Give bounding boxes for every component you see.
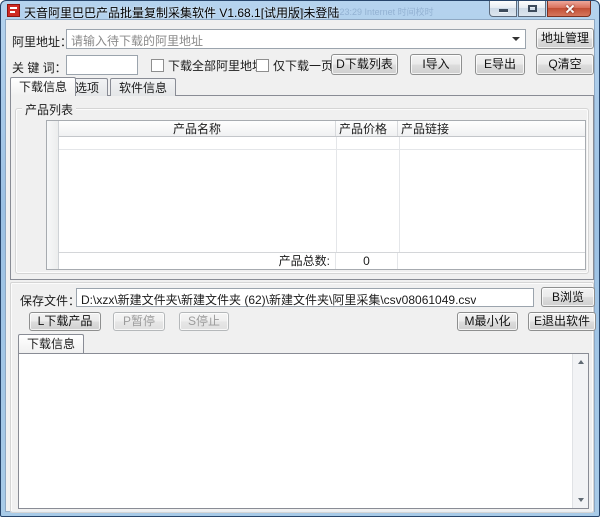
tab-download-info[interactable]: 下载信息 — [10, 77, 77, 96]
clear-button[interactable]: Q清空 — [536, 54, 594, 75]
column-header-product-link[interactable]: 产品链接 — [398, 121, 585, 136]
column-header-product-name[interactable]: 产品名称 — [59, 121, 336, 136]
maximize-icon[interactable] — [518, 1, 546, 17]
window-content: 阿里地址： 请输入待下载的阿里地址 地址管理 关 键 词： 下载全部阿里地址 仅… — [5, 19, 596, 513]
total-value: 0 — [336, 253, 398, 269]
product-table[interactable]: 产品名称 产品价格 产品链接 产品总数: 0 — [46, 120, 586, 270]
stop-button: S停止 — [179, 312, 229, 331]
download-info-panel: 产品列表 产品名称 产品价格 产品链接 产品总数: 0 — [10, 95, 594, 280]
table-row[interactable] — [59, 137, 585, 150]
download-log-area[interactable] — [18, 353, 589, 509]
keyword-label: 关 键 词： — [12, 61, 67, 75]
scroll-up-icon[interactable] — [573, 354, 589, 370]
save-file-path: D:\xzx\新建文件夹\新建文件夹 (62)\新建文件夹\阿里采集\csv08… — [81, 293, 477, 307]
vertical-scrollbar[interactable] — [572, 354, 588, 508]
close-icon[interactable] — [547, 1, 591, 17]
checkbox-icon — [256, 59, 269, 72]
tab-log-download-info[interactable]: 下载信息 — [18, 334, 85, 353]
column-header-product-price[interactable]: 产品价格 — [336, 121, 398, 136]
checkbox-one-page-label: 仅下载一页 — [273, 59, 334, 73]
combo-dropdown-button[interactable] — [508, 31, 524, 47]
app-icon — [7, 4, 20, 17]
total-label: 产品总数: — [59, 253, 336, 269]
export-button[interactable]: E导出 — [475, 54, 525, 75]
total-filler — [398, 253, 585, 269]
table-header-row: 产品名称 产品价格 产品链接 — [59, 121, 585, 137]
ali-address-label: 阿里地址： — [12, 35, 73, 49]
caption-buttons — [488, 1, 591, 17]
bottom-groupbox: 保存文件： D:\xzx\新建文件夹\新建文件夹 (62)\新建文件夹\阿里采集… — [10, 282, 596, 513]
app-window: 天音阿里巴巴产品批量复制采集软件 V1.68.1[试用版]未登陆 2016-08… — [0, 0, 600, 517]
column-separator — [399, 137, 400, 269]
checkbox-download-all-label: 下载全部阿里地址 — [168, 59, 265, 73]
ali-address-placeholder: 请输入待下载的阿里地址 — [71, 34, 204, 48]
maximize-glyph — [528, 5, 537, 12]
checkbox-one-page[interactable]: 仅下载一页 — [256, 57, 333, 74]
chevron-down-icon — [512, 37, 520, 41]
column-separator — [336, 137, 337, 269]
checkbox-icon — [151, 59, 164, 72]
table-total-row: 产品总数: 0 — [59, 252, 585, 269]
title-bar[interactable]: 天音阿里巴巴产品批量复制采集软件 V1.68.1[试用版]未登陆 2016-08… — [1, 1, 599, 20]
arrow-down-glyph — [578, 498, 584, 502]
save-file-input[interactable]: D:\xzx\新建文件夹\新建文件夹 (62)\新建文件夹\阿里采集\csv08… — [76, 288, 534, 307]
minimize-icon[interactable] — [489, 1, 517, 17]
import-button[interactable]: I导入 — [410, 54, 462, 75]
keyword-input[interactable] — [66, 55, 138, 75]
address-manage-button[interactable]: 地址管理 — [536, 28, 594, 49]
checkbox-download-all[interactable]: 下载全部阿里地址 — [151, 57, 264, 74]
titlebar-watermark: 2016-08-16 23:29 Internet 时间校时 — [291, 7, 434, 17]
arrow-up-glyph — [578, 360, 584, 364]
ali-address-combobox[interactable]: 请输入待下载的阿里地址 — [66, 29, 526, 49]
scroll-down-icon[interactable] — [573, 492, 589, 508]
minimize-glyph — [499, 9, 508, 12]
app-minimize-button[interactable]: M最小化 — [457, 312, 518, 331]
download-list-button[interactable]: D下载列表 — [331, 54, 398, 75]
browse-button[interactable]: B浏览 — [541, 287, 595, 307]
product-list-group-title: 产品列表 — [22, 101, 77, 118]
product-list-groupbox: 产品列表 产品名称 产品价格 产品链接 产品总数: 0 — [15, 101, 589, 274]
table-row-header-column — [47, 121, 59, 269]
pause-button: P暂停 — [113, 312, 165, 331]
tab-software-info[interactable]: 软件信息 — [110, 78, 177, 96]
save-file-label: 保存文件： — [20, 294, 81, 308]
exit-software-button[interactable]: E退出软件 — [528, 312, 596, 331]
download-product-button[interactable]: L下载产品 — [29, 312, 101, 331]
